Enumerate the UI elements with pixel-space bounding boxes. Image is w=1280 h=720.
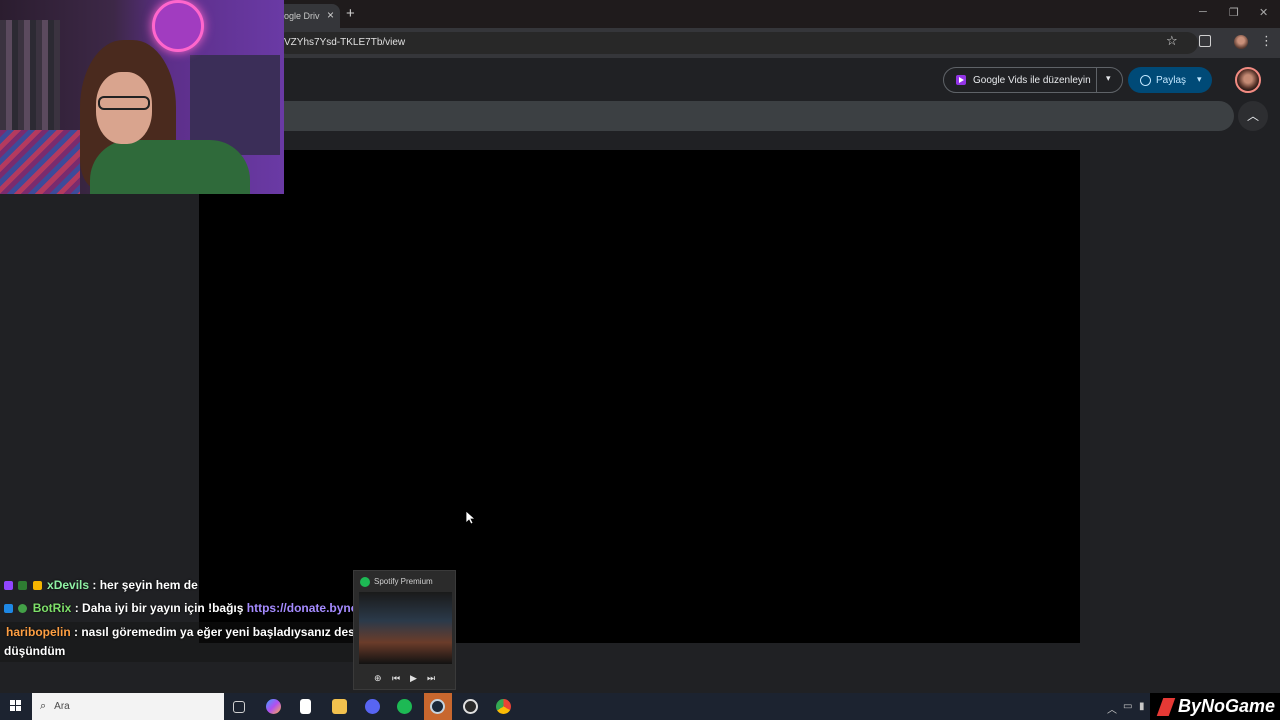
bynogame-logo: ByNoGame xyxy=(1150,693,1280,720)
bynogame-mark-icon xyxy=(1156,697,1176,716)
crown-badge-icon xyxy=(32,581,42,590)
chat-username: xDevils xyxy=(47,578,90,592)
globe-icon xyxy=(1140,74,1151,86)
video-player[interactable] xyxy=(199,150,1080,643)
discord-icon[interactable] xyxy=(365,699,380,714)
previous-track-icon[interactable]: ⏮ xyxy=(392,673,400,684)
address-url: VZYhs7Ysd-TKLE7Tb/view xyxy=(284,37,406,48)
bookmark-star-icon[interactable]: ☆ xyxy=(1166,33,1178,49)
profile-avatar-icon[interactable] xyxy=(1234,35,1248,49)
tray-overflow-icon[interactable]: ︿ xyxy=(1107,701,1117,716)
webcam-person-body xyxy=(90,140,250,194)
chat-message: xDevils : her şeyin hem de xyxy=(4,578,198,592)
bynogame-text: ByNoGame xyxy=(1178,696,1276,716)
microphone-icon[interactable]: ▮ xyxy=(1139,701,1145,712)
bot-badge-icon xyxy=(4,604,13,613)
minimize-button[interactable]: ─ xyxy=(1199,6,1207,18)
divider xyxy=(1096,68,1097,92)
browser-menu-icon[interactable]: ⋮ xyxy=(1260,33,1273,49)
network-icon[interactable]: ▭ xyxy=(1123,701,1132,712)
address-bar[interactable]: VZYhs7Ysd-TKLE7Tb/view xyxy=(276,32,1198,54)
webcam-overlay xyxy=(0,0,284,194)
viewer-search-bar[interactable] xyxy=(276,101,1234,131)
webcam-neon-sign xyxy=(152,0,204,52)
google-vids-label: Google Vids ile düzenleyin xyxy=(973,74,1091,86)
tab-title: ogle Driv xyxy=(284,11,320,21)
chat-text: : her şeyin hem de xyxy=(89,578,198,592)
task-view-icon[interactable] xyxy=(233,701,245,713)
windows-start-icon[interactable] xyxy=(10,700,22,712)
vids-dropdown-icon[interactable]: ▾ xyxy=(1106,73,1111,84)
restore-button[interactable]: ❐ xyxy=(1229,6,1239,19)
spotify-icon xyxy=(360,577,370,587)
extensions-icon[interactable] xyxy=(1199,35,1211,47)
webcam-blanket xyxy=(0,130,80,194)
account-avatar[interactable] xyxy=(1235,67,1261,93)
new-tab-button[interactable]: + xyxy=(346,5,355,22)
add-icon[interactable]: ⊕ xyxy=(374,673,382,684)
share-dropdown-icon[interactable]: ▾ xyxy=(1197,74,1202,85)
spotify-taskbar-preview[interactable]: Spotify Premium ⊕ ⏮ ▶ ⏭ xyxy=(353,570,456,690)
tab-google-drive[interactable]: ogle Driv × xyxy=(276,4,340,28)
leaf-badge-icon xyxy=(18,581,28,590)
webcam-clothes-rack xyxy=(0,20,60,140)
google-vids-icon xyxy=(956,75,966,85)
file-explorer-icon[interactable] xyxy=(332,699,347,714)
chrome-icon[interactable] xyxy=(496,699,511,714)
close-window-button[interactable]: ✕ xyxy=(1259,6,1268,19)
webcam-glasses xyxy=(98,96,150,110)
next-track-icon[interactable]: ⏭ xyxy=(427,673,435,684)
spotify-taskbar-icon[interactable] xyxy=(397,699,412,714)
verified-badge-icon xyxy=(18,604,28,613)
chat-text: : Daha iyi bir yayın için !bağış xyxy=(71,601,247,615)
search-placeholder: Ara xyxy=(54,701,70,712)
collapse-chevron-icon[interactable]: ︿ xyxy=(1238,101,1268,131)
chat-message-continuation: düşündüm xyxy=(4,644,66,658)
google-vids-edit-button[interactable]: Google Vids ile düzenleyin ▾ xyxy=(943,67,1123,93)
screen: ogle Driv × + ─ ❐ ✕ VZYhs7Ysd-TKLE7Tb/vi… xyxy=(0,0,1280,720)
spotify-preview-title: Spotify Premium xyxy=(374,577,433,586)
share-button[interactable]: Paylaş ▾ xyxy=(1128,67,1212,93)
copilot-icon[interactable] xyxy=(266,699,281,714)
taskbar-search-box[interactable]: ⌕ Ara xyxy=(32,693,224,720)
chat-username: haribopelin xyxy=(6,625,71,639)
search-icon: ⌕ xyxy=(40,700,47,712)
spotify-preview-thumbnail[interactable] xyxy=(359,592,452,664)
notepad-icon[interactable] xyxy=(300,699,311,714)
windows-taskbar: ⌕ Ara ︿ ▭ ▮ xyxy=(0,693,1280,720)
play-icon[interactable]: ▶ xyxy=(410,673,417,684)
sub-badge-icon xyxy=(4,581,13,590)
steam-icon[interactable] xyxy=(430,699,445,714)
share-label: Paylaş xyxy=(1156,74,1187,86)
tab-close-icon[interactable]: × xyxy=(327,8,334,22)
chat-username: BotRix xyxy=(32,601,72,615)
obs-icon[interactable] xyxy=(463,699,478,714)
